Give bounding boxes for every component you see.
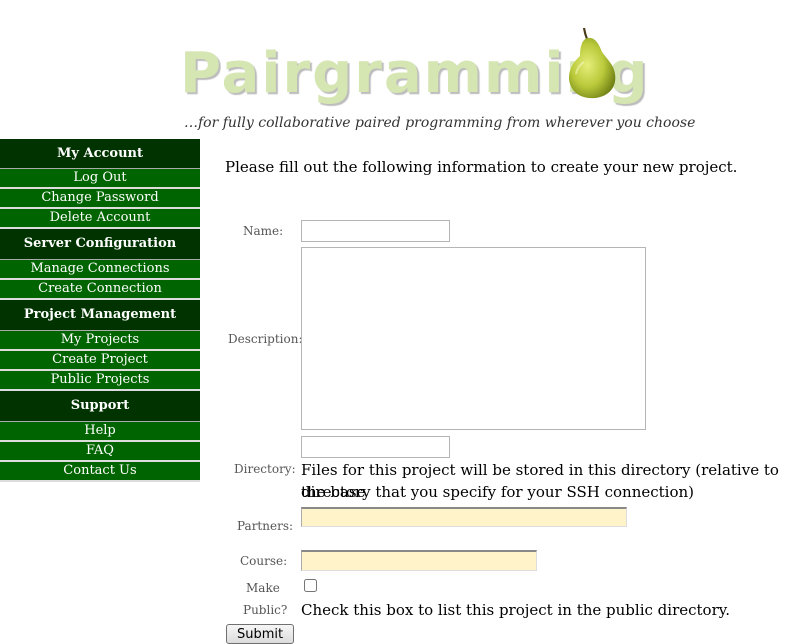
sidebar-header-support: Support bbox=[0, 391, 200, 422]
make-public-label-line-1: Make bbox=[246, 581, 280, 595]
sidebar-item-delete-account[interactable]: Delete Account bbox=[0, 209, 200, 229]
description-label: Description: bbox=[228, 332, 303, 346]
course-label: Course: bbox=[240, 554, 288, 568]
submit-button[interactable]: Submit bbox=[226, 624, 295, 644]
sidebar-item-help[interactable]: Help bbox=[0, 422, 200, 442]
description-textarea[interactable] bbox=[301, 247, 646, 430]
sidebar-item-faq[interactable]: FAQ bbox=[0, 442, 200, 462]
directory-input[interactable] bbox=[301, 436, 450, 458]
pear-icon bbox=[569, 27, 616, 99]
directory-help-line-2: directory that you specify for your SSH … bbox=[301, 483, 695, 501]
public-help-text: Check this box to list this project in t… bbox=[301, 601, 730, 619]
make-public-checkbox[interactable] bbox=[304, 579, 317, 592]
sidebar-item-create-connection[interactable]: Create Connection bbox=[0, 280, 200, 300]
partners-label: Partners: bbox=[237, 519, 294, 533]
sidebar-item-create-project[interactable]: Create Project bbox=[0, 351, 200, 371]
sidebar-item-log-out[interactable]: Log Out bbox=[0, 169, 200, 189]
form-intro: Please fill out the following informatio… bbox=[225, 158, 738, 176]
sidebar-nav: My Account Log Out Change Password Delet… bbox=[0, 139, 200, 482]
directory-label: Directory: bbox=[234, 462, 296, 476]
name-label: Name: bbox=[243, 224, 284, 238]
make-public-label-line-2: Public? bbox=[243, 603, 288, 617]
sidebar-header-project-management: Project Management bbox=[0, 300, 200, 331]
tagline: …for fully collaborative paired programm… bbox=[184, 115, 696, 131]
sidebar-item-manage-connections[interactable]: Manage Connections bbox=[0, 260, 200, 280]
course-input[interactable] bbox=[301, 550, 537, 571]
sidebar-item-contact-us[interactable]: Contact Us bbox=[0, 462, 200, 482]
partners-input[interactable] bbox=[301, 507, 627, 527]
sidebar-item-public-projects[interactable]: Public Projects bbox=[0, 371, 200, 391]
sidebar-item-change-password[interactable]: Change Password bbox=[0, 189, 200, 209]
name-input[interactable] bbox=[301, 220, 450, 242]
sidebar-item-my-projects[interactable]: My Projects bbox=[0, 331, 200, 351]
sidebar-header-my-account: My Account bbox=[0, 139, 200, 169]
sidebar-header-server-configuration: Server Configuration bbox=[0, 229, 200, 260]
